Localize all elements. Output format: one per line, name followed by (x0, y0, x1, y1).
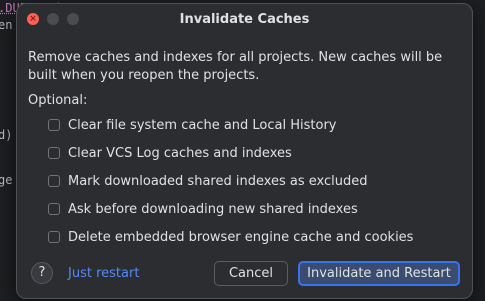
help-icon: ? (38, 265, 46, 280)
option-delete-browser-cache[interactable]: Delete embedded browser engine cache and… (48, 228, 413, 246)
checkbox[interactable] (48, 147, 60, 159)
checkbox[interactable] (48, 231, 60, 243)
option-label: Mark downloaded shared indexes as exclud… (68, 173, 368, 189)
dialog-title: Invalidate Caches (179, 12, 310, 27)
option-label: Clear VCS Log caches and indexes (68, 145, 292, 161)
option-label: Ask before downloading new shared indexe… (68, 201, 358, 217)
checkbox[interactable] (48, 175, 60, 187)
option-label: Clear file system cache and Local Histor… (68, 117, 337, 133)
checkbox[interactable] (48, 119, 60, 131)
checkbox[interactable] (48, 203, 60, 215)
help-button[interactable]: ? (31, 262, 53, 284)
invalidate-and-restart-button[interactable]: Invalidate and Restart (298, 261, 460, 286)
option-ask-before-downloading[interactable]: Ask before downloading new shared indexe… (48, 200, 358, 218)
just-restart-link[interactable]: Just restart (68, 266, 139, 281)
cancel-button[interactable]: Cancel (214, 261, 288, 286)
editor-line: en (0, 18, 13, 32)
dialog-description: Remove caches and indexes for all projec… (28, 50, 443, 83)
editor-line: d) (0, 128, 13, 142)
editor-line: ge (0, 173, 13, 187)
option-clear-vcs-log-caches[interactable]: Clear VCS Log caches and indexes (48, 144, 292, 162)
option-mark-shared-indexes-excluded[interactable]: Mark downloaded shared indexes as exclud… (48, 172, 368, 190)
title-bar: × Invalidate Caches (17, 4, 472, 34)
option-clear-file-system-cache[interactable]: Clear file system cache and Local Histor… (48, 116, 337, 134)
optional-label: Optional: (28, 93, 88, 108)
option-label: Delete embedded browser engine cache and… (68, 229, 414, 245)
invalidate-caches-dialog: × Invalidate Caches Remove caches and in… (16, 3, 473, 299)
